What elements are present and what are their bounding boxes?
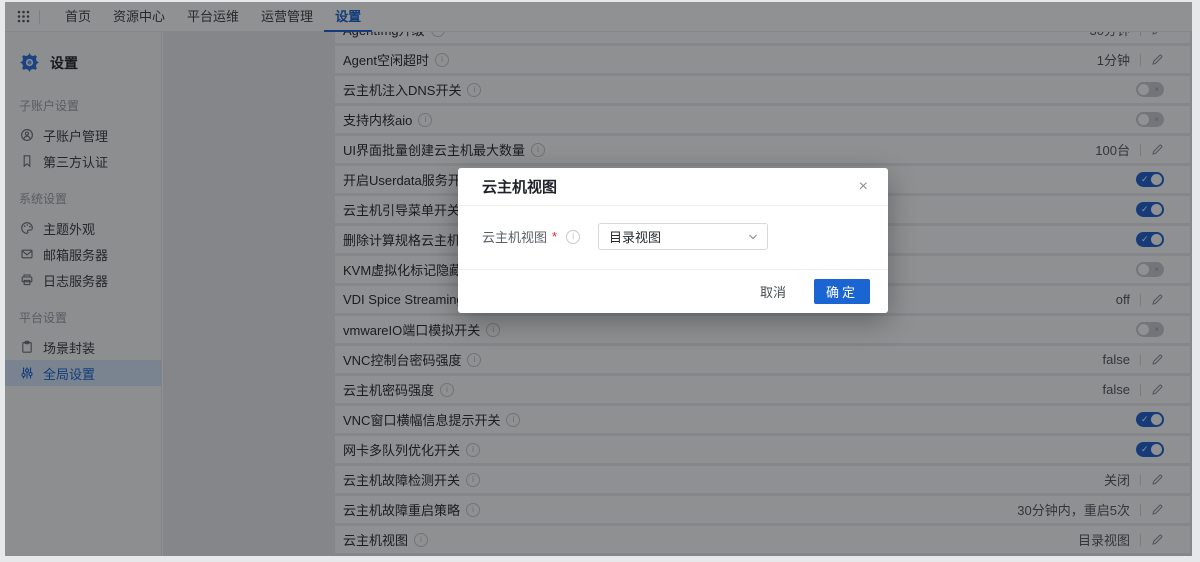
confirm-button[interactable]: 确定 [814,279,870,304]
modal-title: 云主机视图 [482,176,557,197]
cancel-button[interactable]: 取消 [754,281,792,302]
info-icon: i [566,230,580,244]
modal-body: 云主机视图 * i 目录视图 [458,206,888,250]
select-value: 目录视图 [609,227,661,246]
close-icon[interactable]: × [859,179,868,195]
vm-view-select[interactable]: 目录视图 [598,223,768,250]
field-label-text: 云主机视图 [482,227,547,246]
vm-view-modal: 云主机视图 × 云主机视图 * i 目录视图 取消 确定 [458,168,888,313]
required-mark: * [552,229,557,244]
modal-header: 云主机视图 × [458,168,888,206]
modal-footer: 取消 确定 [458,269,888,313]
field-label: 云主机视图 * i [482,227,598,246]
chevron-down-icon [748,232,758,242]
